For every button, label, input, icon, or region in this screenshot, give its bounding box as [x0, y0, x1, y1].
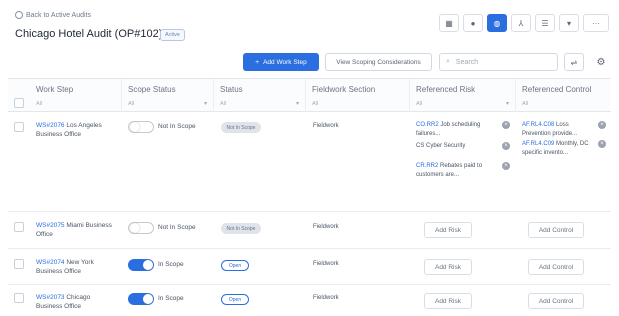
fieldwork-section: Fieldwork — [313, 123, 339, 129]
scope-label: In Scope — [158, 295, 184, 302]
control-item[interactable]: AF.RL4.C08 Loss Prevention provide... — [522, 121, 596, 138]
column-filter[interactable]: All ▾ — [220, 99, 299, 108]
column-label: Scope Status — [128, 85, 176, 94]
fieldwork-section: Fieldwork — [313, 295, 339, 301]
globe-icon[interactable]: ◍ — [487, 14, 507, 32]
table-row[interactable]: WS#2076 Los Angeles Business Office Not … — [8, 112, 611, 212]
remove-risk-icon[interactable]: × — [502, 142, 510, 150]
search-placeholder: Search — [455, 58, 479, 66]
work-step-id[interactable]: WS#2074 — [36, 259, 65, 266]
view-toolbar: ▦ ● ◍ ⅄ ☰ ▾ ··· — [439, 14, 609, 32]
remove-control-icon[interactable]: × — [598, 140, 606, 148]
work-step-id[interactable]: WS#2076 — [36, 122, 65, 129]
info-icon[interactable]: ● — [463, 14, 483, 32]
column-filter[interactable]: All — [312, 99, 403, 108]
control-item[interactable]: AF.RL4.C09 Monthly, DC specific invento.… — [522, 140, 596, 157]
column-header[interactable]: Work Step All — [30, 79, 122, 112]
work-step-id[interactable]: WS#2073 — [36, 294, 65, 301]
column-filter[interactable]: All — [36, 99, 115, 108]
column-label: Referenced Control — [522, 85, 592, 94]
column-header[interactable]: Scope Status All ▾ — [122, 79, 214, 112]
add-work-step-button[interactable]: + Add Work Step — [243, 53, 319, 71]
table-row[interactable]: WS#2074 New York Business Office In Scop… — [8, 249, 611, 285]
row-checkbox[interactable] — [14, 259, 24, 269]
list-icon[interactable]: ☰ — [535, 14, 555, 32]
chevron-down-icon[interactable]: ▾ — [559, 14, 579, 32]
column-label: Referenced Risk — [416, 85, 476, 94]
column-header[interactable]: Referenced Control All — [516, 79, 611, 112]
scope-label: Not In Scope — [158, 224, 196, 231]
remove-risk-icon[interactable]: × — [502, 162, 510, 170]
status-pill: Not In Scope — [221, 122, 261, 133]
work-step-cell[interactable]: WS#2073 Chicago Business Office — [36, 293, 118, 311]
table-header: Work Step All Scope Status All ▾ Status A… — [8, 78, 611, 112]
back-icon — [15, 11, 23, 19]
search-icon: ⌕ — [446, 58, 450, 65]
add-risk-button[interactable]: Add Risk — [424, 222, 472, 238]
scope-toggle[interactable] — [128, 259, 154, 271]
work-step-table: Work Step All Scope Status All ▾ Status A… — [8, 78, 611, 310]
status-pill: Not In Scope — [221, 223, 261, 234]
row-checkbox[interactable] — [14, 293, 24, 303]
risk-item[interactable]: CS Cyber Security — [416, 142, 500, 151]
filter-icon[interactable]: ⇌ — [564, 53, 584, 71]
back-link-label: Back to Active Audits — [26, 11, 91, 19]
scope-label: Not In Scope — [158, 123, 196, 130]
work-step-cell[interactable]: WS#2074 New York Business Office — [36, 258, 118, 276]
status-pill: Open — [221, 294, 249, 305]
scope-toggle[interactable] — [128, 222, 154, 234]
column-label: Work Step — [36, 85, 74, 94]
status-badge: Active — [160, 29, 185, 41]
status-pill: Open — [221, 260, 249, 271]
search-input[interactable]: ⌕ Search — [439, 53, 558, 71]
remove-risk-icon[interactable]: × — [502, 121, 510, 129]
column-filter[interactable]: All — [522, 99, 605, 108]
back-link[interactable]: Back to Active Audits — [15, 11, 91, 19]
add-control-button[interactable]: Add Control — [528, 259, 584, 275]
chevron-down-icon: ▾ — [295, 101, 299, 107]
more-icon[interactable]: ··· — [583, 14, 609, 32]
column-filter[interactable]: All ▾ — [416, 99, 509, 108]
column-header[interactable]: Referenced Risk All ▾ — [410, 79, 516, 112]
hierarchy-icon[interactable]: ⅄ — [511, 14, 531, 32]
work-step-id[interactable]: WS#2075 — [36, 222, 65, 229]
grid-icon[interactable]: ▦ — [439, 14, 459, 32]
column-header[interactable]: Fieldwork Section All — [306, 79, 410, 112]
fieldwork-section: Fieldwork — [313, 261, 339, 267]
add-work-step-label: Add Work Step — [263, 58, 307, 66]
plus-icon: + — [255, 58, 260, 66]
scope-toggle[interactable] — [128, 293, 154, 305]
row-checkbox[interactable] — [14, 222, 24, 232]
add-control-button[interactable]: Add Control — [528, 222, 584, 238]
fieldwork-section: Fieldwork — [313, 224, 339, 230]
table-row[interactable]: WS#2073 Chicago Business Office In Scope… — [8, 285, 611, 316]
chevron-down-icon: ▾ — [505, 101, 509, 107]
work-step-cell[interactable]: WS#2075 Miami Business Office — [36, 221, 118, 239]
gear-icon[interactable]: ⚙ — [591, 53, 611, 71]
add-risk-button[interactable]: Add Risk — [424, 259, 472, 275]
table-row[interactable]: WS#2075 Miami Business Office Not In Sco… — [8, 212, 611, 249]
add-risk-button[interactable]: Add Risk — [424, 293, 472, 309]
scope-label: In Scope — [158, 261, 184, 268]
column-label: Status — [220, 85, 243, 94]
add-control-button[interactable]: Add Control — [528, 293, 584, 309]
risk-item[interactable]: CO.RR2 Job scheduling failures... — [416, 121, 500, 138]
select-all-checkbox[interactable] — [14, 98, 24, 108]
row-checkbox[interactable] — [14, 122, 24, 132]
view-scoping-button[interactable]: View Scoping Considerations — [325, 53, 432, 71]
chevron-down-icon: ▾ — [203, 101, 207, 107]
column-filter[interactable]: All ▾ — [128, 99, 207, 108]
work-step-cell[interactable]: WS#2076 Los Angeles Business Office — [36, 121, 118, 139]
remove-control-icon[interactable]: × — [598, 121, 606, 129]
scope-toggle[interactable] — [128, 121, 154, 133]
risk-item[interactable]: CR.RR2 Rebates paid to customers are... — [416, 162, 500, 179]
page-title: Chicago Hotel Audit (OP#102) — [15, 28, 163, 40]
column-label: Fieldwork Section — [312, 85, 376, 94]
column-header[interactable]: Status All ▾ — [214, 79, 306, 112]
